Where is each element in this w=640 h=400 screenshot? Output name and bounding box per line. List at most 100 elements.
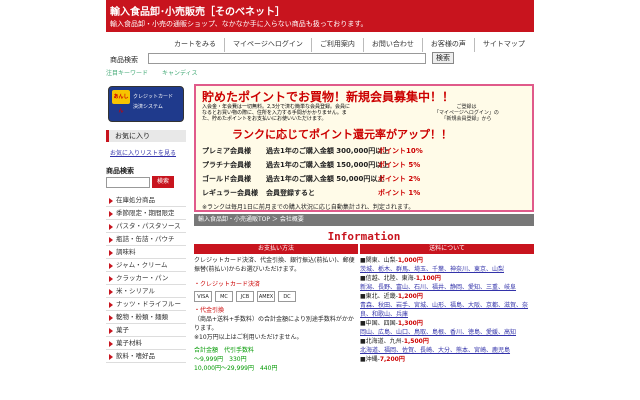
favorites-link[interactable]: お気に入りリストを見る [110,148,176,157]
banner-headline: 貯めたポイントでお買物！新規会員募集中！！ [202,90,455,104]
category-item[interactable]: 飲料・嗜好品 [106,350,186,363]
search-bar: 商品検索 検索 [106,52,534,66]
payment-heading: お支払い方法 [194,244,358,254]
region-row: ■北海道、九州-1,500円 [360,337,534,346]
rank-points: ポイント 5% [378,161,421,169]
breadcrumb[interactable]: 輸入食品卸・小売通販TOP ＞ 会社概要 [194,214,534,226]
region-row: ■沖縄-7,200円 [360,355,534,364]
region-prefectures[interactable]: 新潟、長野、富山、石川、福井、静岡、愛知、三重、岐阜 [360,283,534,292]
dc-icon: DC [278,291,296,302]
region-name: ■北海道、九州- [360,338,404,345]
region-fee: 7,200円 [379,356,405,363]
shipping-section: ■関東、山梨-1,000円 茨城、栃木、群馬、埼玉、千葉、神奈川、東京、山梨 ■… [360,256,534,364]
region-row: ■東北、近畿-1,200円 [360,292,534,301]
rank-condition: 過去1年のご購入金額 300,000円以上 [266,147,390,155]
category-item[interactable]: 米・シリアル [106,285,186,298]
region-row: ■信越、北陸、東海-1,100円 [360,274,534,283]
category-item[interactable]: 季節限定・期間限定 [106,207,186,220]
rank-points: ポイント10% [378,147,423,155]
region-prefectures[interactable]: 北海道、福岡、佐賀、長崎、大分、熊本、宮崎、鹿児島 [360,346,534,355]
nav-mypage-login[interactable]: マイページへログイン [224,38,311,52]
jcb-icon: JCB [236,291,254,302]
category-item[interactable]: 在庫処分商品 [106,194,186,207]
keyword-bar: 注目キーワード キャンディス [106,68,210,77]
region-prefectures[interactable]: 青森、秋田、岩手、宮城、山形、福島、大阪、京都、滋賀、奈良、和歌山、兵庫 [360,301,534,319]
rank-row: プレミア会員様 過去1年のご購入金額 300,000円以上ポイント10% [202,146,423,156]
region-name: ■沖縄- [360,356,380,363]
rank-row: プラチナ会員様 過去1年のご購入金額 150,000円以上ポイント 5% [202,160,420,170]
region-fee: 1,500円 [403,338,429,345]
region-name: ■信越、北陸、東海- [360,275,416,282]
category-item[interactable]: 瓶詰・缶詰・パウチ [106,233,186,246]
category-item[interactable]: 菓子材料 [106,337,186,350]
nav-sitemap[interactable]: サイトマップ [473,38,533,52]
cod-table-head: 合計金額 代引手数料 [194,347,255,354]
secure-tag: あんしん [112,90,130,114]
region-fee: 1,100円 [415,275,441,282]
rank-points: ポイント 2% [378,175,421,183]
site-header: 輸入食品卸･小売販売［そのべネット］ 輸入食品卸・小売の通販ショップ、なかなか手… [106,0,534,32]
keyword-link[interactable]: キャンディス [162,70,198,77]
category-item[interactable]: 乾物・粉類・麺類 [106,311,186,324]
region-fee: 1,300円 [397,320,423,327]
category-list: 在庫処分商品 季節限定・期間限定 パスタ・パスタソース 瓶詰・缶詰・パウチ 調味… [106,194,186,363]
product-search-input[interactable] [106,177,150,188]
product-search-button[interactable]: 検索 [152,176,174,188]
region-fee: 1,200円 [397,293,423,300]
rank-name: レギュラー会員様 [202,189,258,197]
rank-condition: 過去1年のご購入金額 50,000円以上 [266,175,385,183]
membership-banner[interactable]: 貯めたポイントでお買物！新規会員募集中！！ 入会金・年会費は一切無料。2,3分で… [194,84,534,212]
cod-note: ※10万円以上はご利用いただけません。 [194,334,303,341]
secure-line-2: 決済システム [133,104,163,110]
banner-note: ご登録は 「マイページへログイン」の 「新規会員登録」から [434,104,499,122]
banner-subheadline: ランクに応じてポイント還元率がアップ！！ [232,128,452,141]
category-item[interactable]: 調味料 [106,246,186,259]
nav-cart[interactable]: カートをみる [166,38,224,52]
rank-row: ゴールド会員様 過去1年のご購入金額 50,000円以上ポイント 2% [202,174,420,184]
cod-table-row: ～9,999円 330円 [194,356,247,363]
amex-icon: AMEX [257,291,275,302]
region-row: ■関東、山梨-1,000円 [360,256,534,265]
secure-card-logo: あんしん クレジットカード 決済システム [108,86,184,122]
search-input[interactable] [148,53,426,64]
product-search-heading: 商品検索 [106,167,134,175]
favorites-heading: お気に入り [106,130,186,142]
rank-name: ゴールド会員様 [202,175,251,183]
rank-condition: 会員登録すると [266,189,315,197]
rank-condition: 過去1年のご購入金額 150,000円以上 [266,161,390,169]
cod-heading: ・代金引換 [194,307,225,314]
search-button[interactable]: 検索 [432,52,454,64]
nav-guide[interactable]: ご利用案内 [310,38,363,52]
shipping-heading: 送料について [360,244,534,254]
category-item[interactable]: 菓子 [106,324,186,337]
top-navigation: カートをみる マイページへログイン ご利用案内 お問い合わせ お客様の声 サイト… [166,38,533,52]
banner-note-line: 「新規会員登録」から [441,116,492,122]
category-item[interactable]: ナッツ・ドライフルーツ [106,298,186,321]
category-item[interactable]: ジャム・クリーム [106,259,186,272]
region-name: ■東北、近畿- [360,293,398,300]
category-item[interactable]: パスタ・パスタソース [106,220,186,233]
mastercard-icon: MC [215,291,233,302]
visa-icon: VISA [194,291,212,302]
site-tagline: 輸入食品卸・小売の通販ショップ、なかなか手に入らない商品も扱っております。 [110,20,368,28]
nav-customer-voice[interactable]: お客様の声 [421,38,474,52]
category-item[interactable]: クラッカー・パン [106,272,186,285]
nav-contact[interactable]: お問い合わせ [362,38,422,52]
cod-table-row: 10,000円～29,999円 440円 [194,365,278,372]
region-row: ■中国、四国-1,300円 [360,319,534,328]
region-prefectures[interactable]: 茨城、栃木、群馬、埼玉、千葉、神奈川、東京、山梨 [360,265,534,274]
region-prefectures[interactable]: 岡山、広島、山口、鳥取、島根、香川、徳島、愛媛、高知 [360,328,534,337]
site-title[interactable]: 輸入食品卸･小売販売［そのべネット］ [110,3,285,18]
region-name: ■関東、山梨- [360,257,398,264]
cod-text: （商品+送料+手数料）の合計金額により別途手数料がかかります。 [194,316,354,332]
credit-card-heading: ・クレジットカード決済 [194,281,261,288]
rank-row: レギュラー会員様 会員登録すると ポイント 1% [202,188,420,198]
info-title: Information [327,230,401,243]
region-fee: 1,000円 [397,257,423,264]
keyword-label: 注目キーワード [106,70,149,77]
banner-description: 入会金・年会費は一切無料。2,3分で済む簡単な会員登録。会員になるとお買い物の際… [202,104,350,122]
rank-name: プレミア会員様 [202,147,251,155]
card-brand-row: VISA MC JCB AMEX DC [194,291,358,302]
banner-footnote: ※ランクは毎月1日に前月までの購入状況に応じ自動集計され、判定されます。 [202,204,415,211]
search-label: 商品検索 [110,56,138,64]
